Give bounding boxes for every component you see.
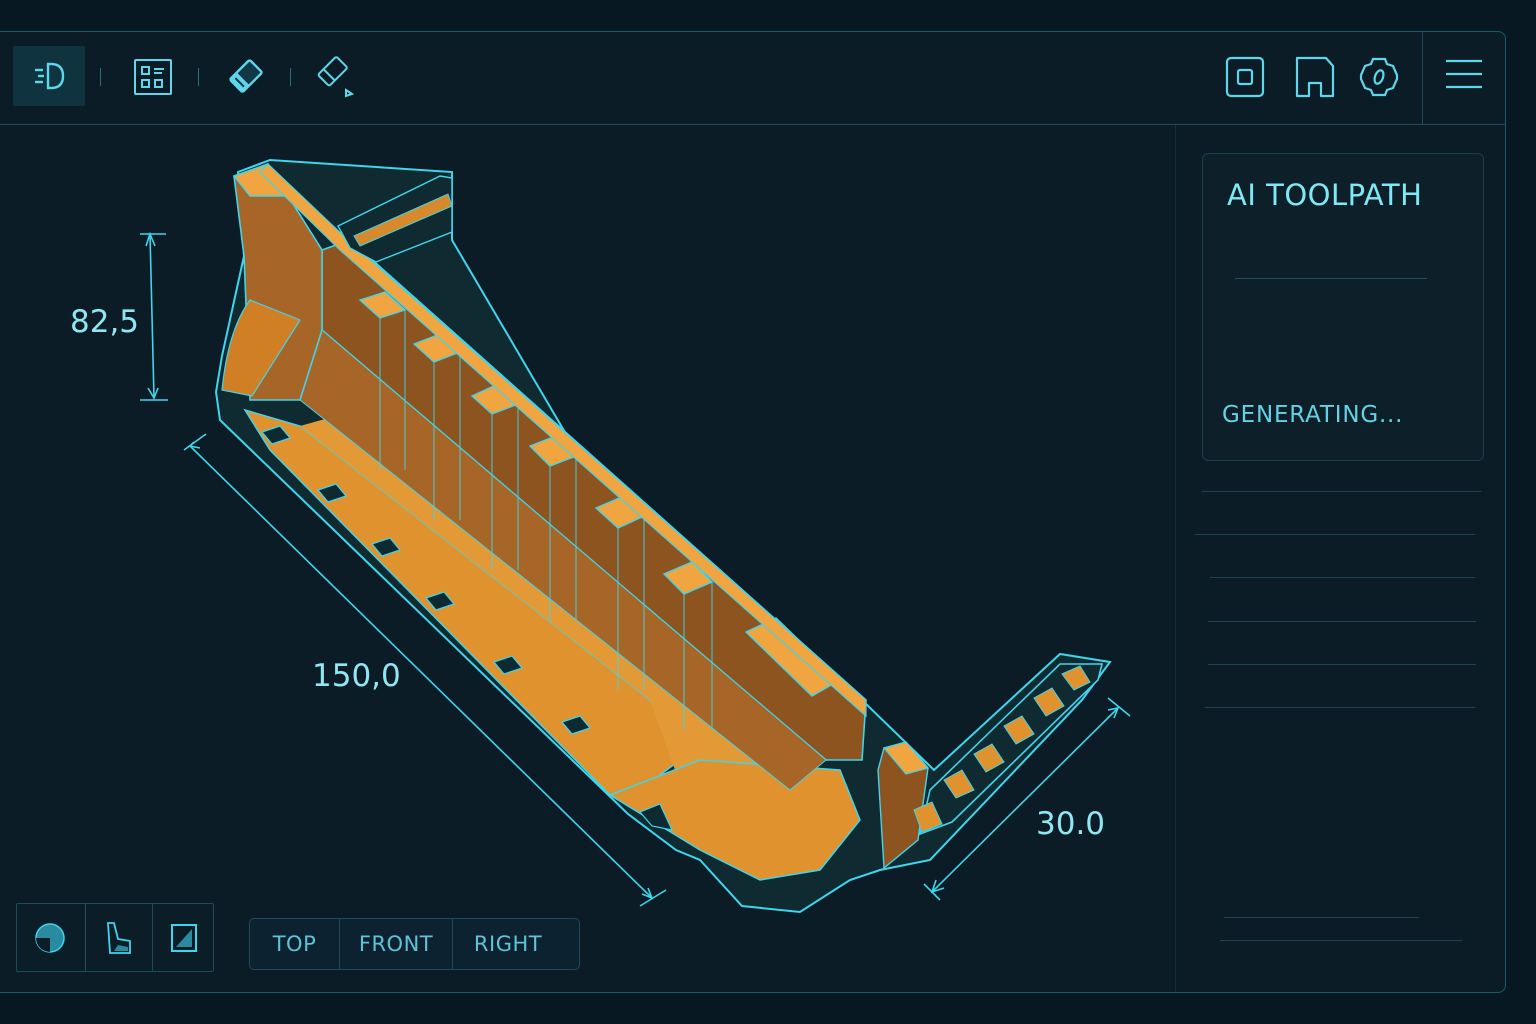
menu-button[interactable] [1440, 52, 1488, 96]
shaded-view-icon [35, 922, 65, 953]
tab-right[interactable]: RIGHT [453, 919, 563, 969]
eraser-outline-button[interactable] [308, 50, 360, 102]
list-line [1208, 664, 1476, 665]
grid-panel-icon [134, 59, 172, 95]
toolbar-divider [198, 68, 199, 86]
view-3d-button[interactable] [13, 46, 85, 106]
perspective-view-icon [107, 921, 131, 954]
eraser-solid-button[interactable] [220, 50, 272, 102]
box-view-icon [171, 923, 197, 952]
box-view-button[interactable] [151, 904, 217, 971]
ai-toolpath-panel: AI TOOLPATH GENERATING... [1202, 153, 1484, 461]
list-line [1210, 577, 1475, 578]
toolbar-divider [100, 68, 101, 86]
tab-top[interactable]: TOP [250, 919, 339, 969]
settings-button[interactable] [1356, 54, 1402, 100]
panel-divider [1175, 125, 1176, 992]
save-icon [1295, 56, 1335, 98]
view-tabs: TOP FRONT RIGHT [249, 918, 580, 970]
width-dimension-label: 30.0 [1036, 806, 1106, 842]
settings-gear-icon [1359, 57, 1399, 97]
menu-icon [1446, 59, 1482, 89]
height-dimension-label: 82,5 [70, 304, 140, 340]
stop-square-icon [1225, 56, 1265, 98]
length-dimension-label: 150,0 [312, 658, 401, 694]
eraser-solid-icon [229, 59, 263, 93]
tab-front[interactable]: FRONT [340, 919, 452, 969]
stop-button[interactable] [1222, 54, 1268, 100]
perspective-view-button[interactable] [86, 904, 152, 971]
list-line [1224, 917, 1419, 918]
list-line [1202, 491, 1482, 492]
list-line [1220, 940, 1462, 941]
grid-panel-button[interactable] [127, 51, 179, 103]
view-3d-icon [35, 62, 65, 90]
list-line [1195, 534, 1475, 535]
list-line [1205, 707, 1475, 708]
panel-title: AI TOOLPATH [1227, 178, 1423, 212]
save-button[interactable] [1292, 54, 1338, 100]
list-line [1208, 621, 1476, 622]
toolbar-divider [290, 68, 291, 86]
eraser-outline-icon [317, 56, 355, 98]
status-text: GENERATING... [1222, 402, 1404, 428]
view-mode-toolbar [16, 903, 214, 972]
shaded-view-button[interactable] [17, 904, 83, 971]
toolbar-divider [1422, 32, 1423, 124]
panel-divider-line [1235, 278, 1427, 279]
